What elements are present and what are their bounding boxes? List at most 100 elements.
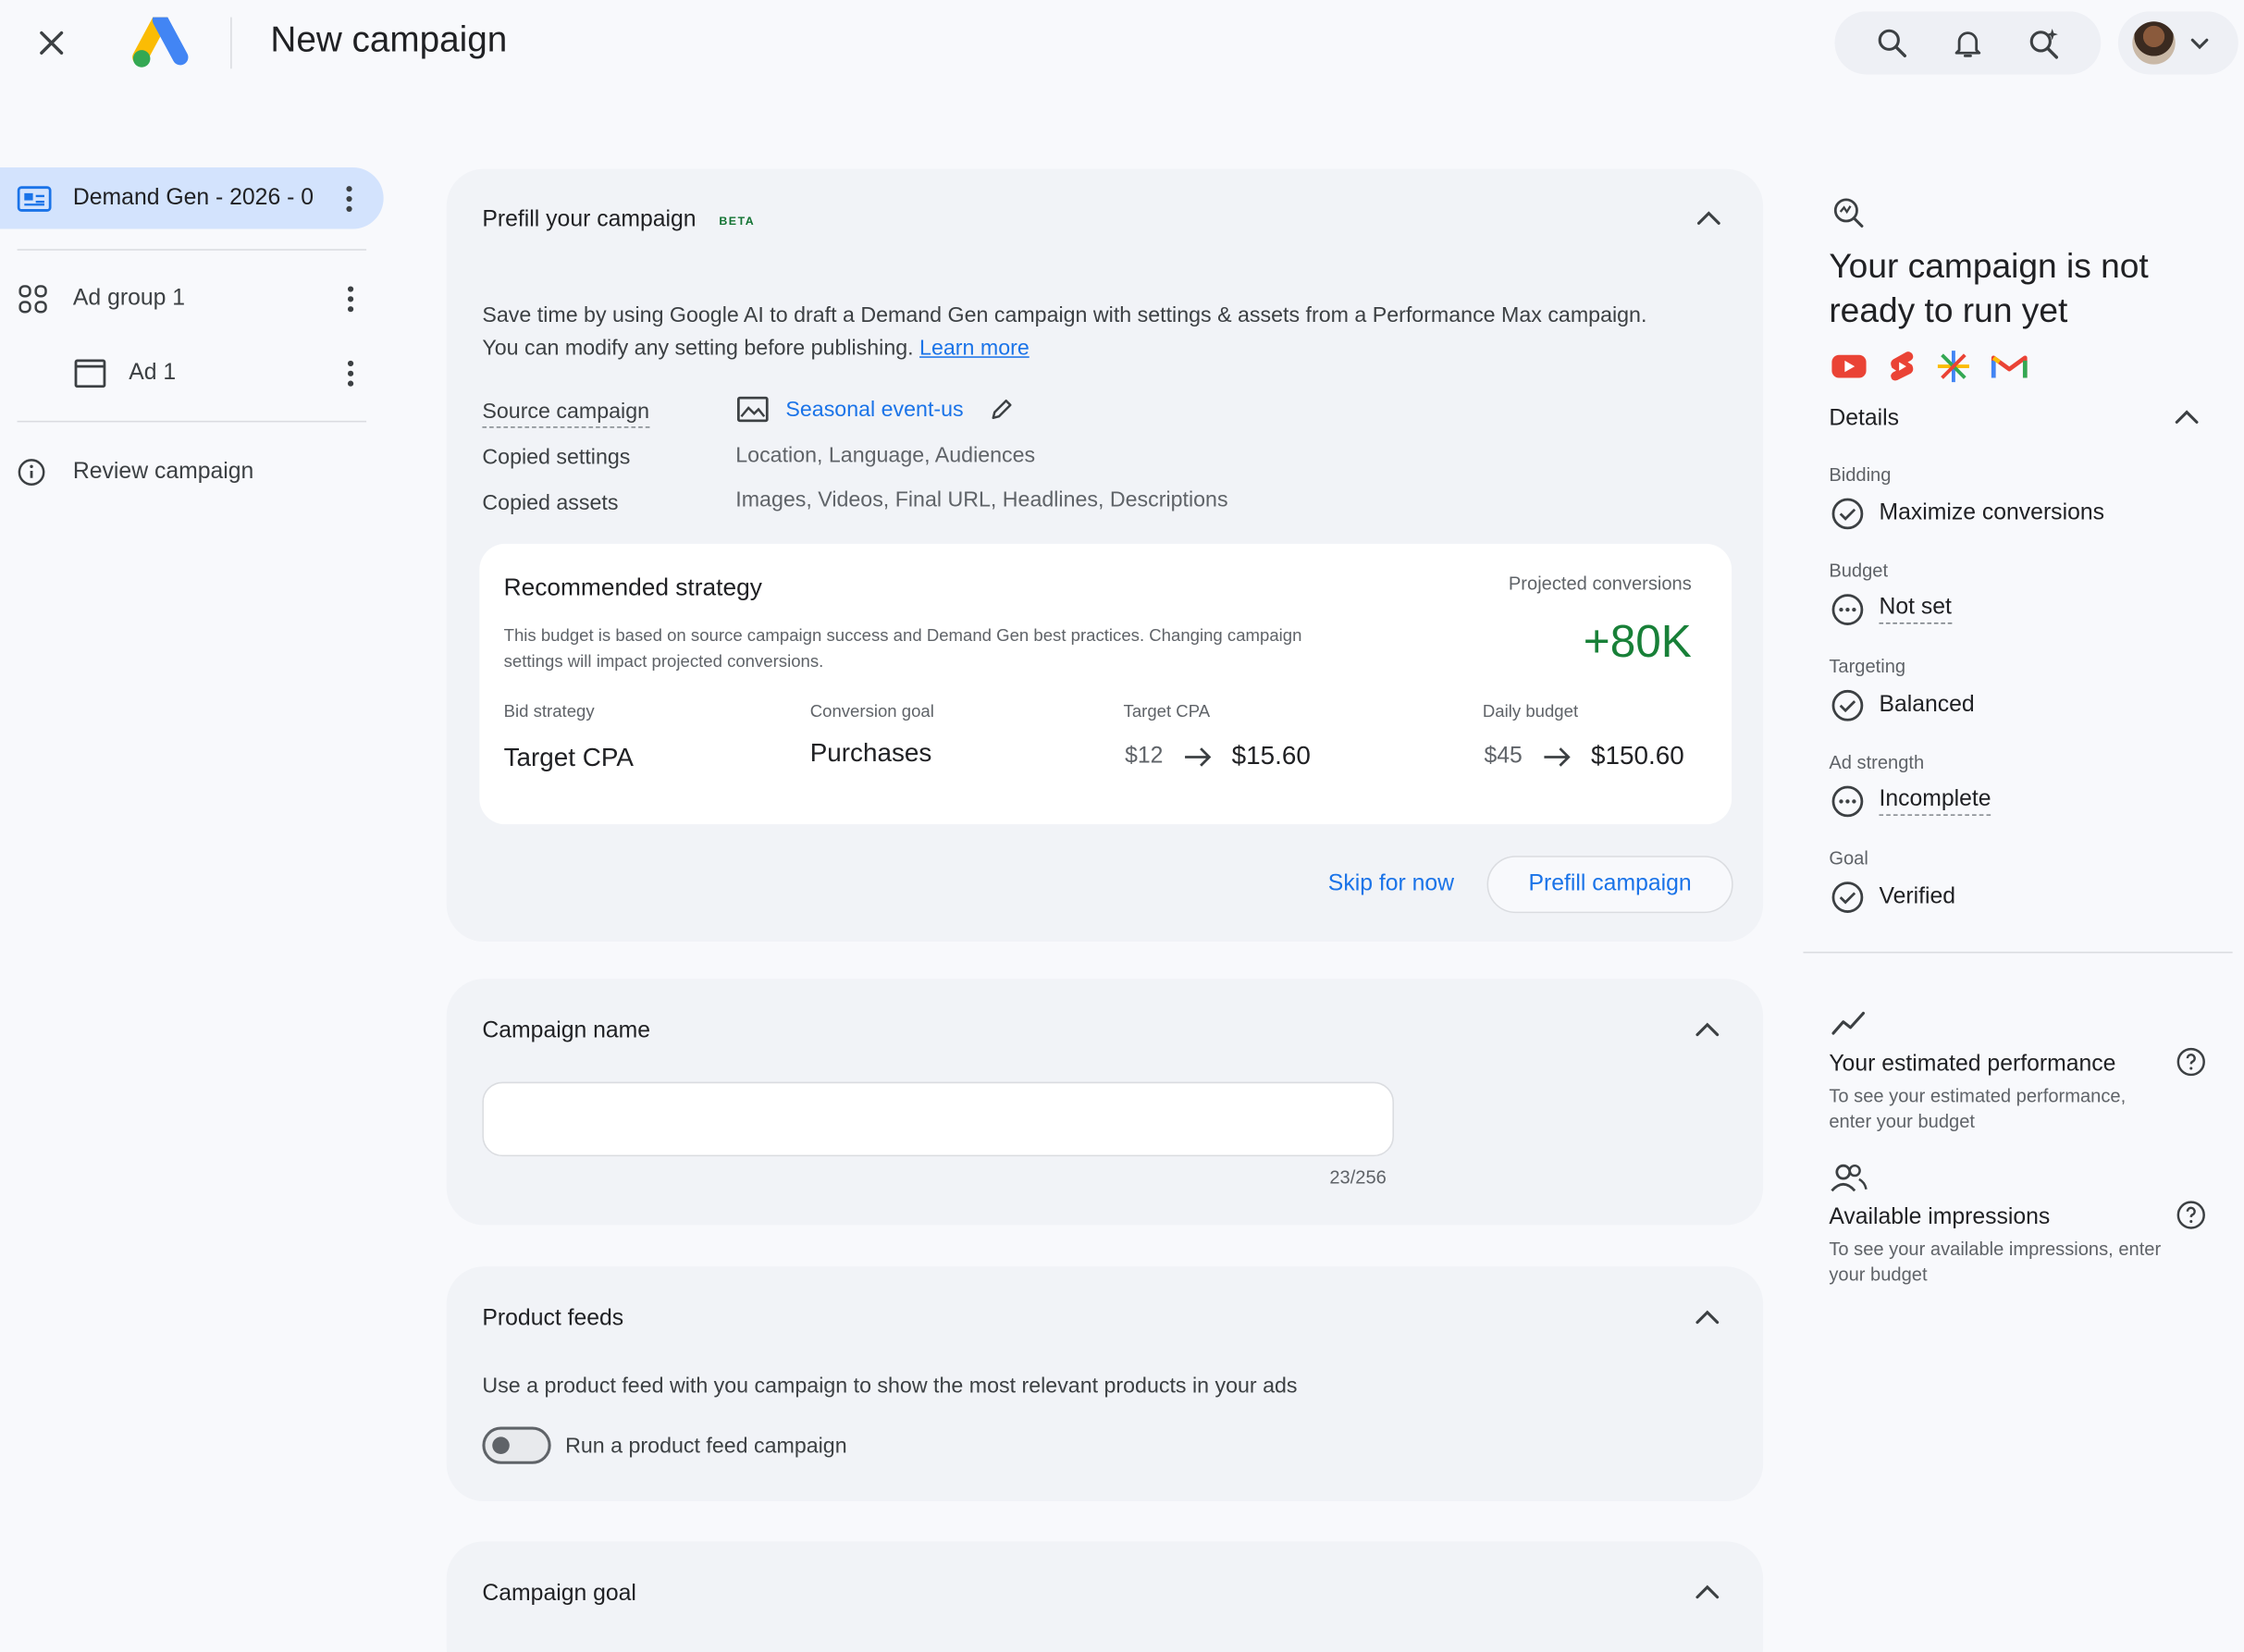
- check-circle-icon: [1831, 689, 1864, 721]
- nav-ad-group[interactable]: Ad group 1: [18, 280, 373, 317]
- prefill-card: Prefill your campaign BETA Save time by …: [446, 168, 1764, 943]
- notifications-button[interactable]: [1946, 21, 1989, 64]
- campaign-icon: [17, 186, 52, 212]
- char-counter: 23/256: [1329, 1165, 1387, 1189]
- right-panel-divider: [1803, 951, 2233, 954]
- targeting-label: Targeting: [1829, 655, 1906, 677]
- chevron-up-icon[interactable]: [1692, 1577, 1723, 1609]
- ad-icon: [74, 359, 106, 388]
- check-circle-icon: [1831, 498, 1864, 530]
- page-title: New campaign: [270, 19, 508, 60]
- campaign-goal-card: Campaign goal: [446, 1541, 1764, 1652]
- ad-strength-label: Ad strength: [1829, 751, 1925, 773]
- ad-strength-value[interactable]: Incomplete: [1879, 787, 1991, 816]
- nav-ad-label: Ad 1: [129, 360, 177, 386]
- status-search-icon: [1833, 198, 1864, 228]
- arrow-right-icon: [1543, 746, 1571, 766]
- target-cpa-old: $12: [1125, 743, 1164, 769]
- more-circle-icon: [1831, 594, 1864, 625]
- avatar: [2132, 21, 2176, 65]
- campaign-more-button[interactable]: [335, 181, 364, 216]
- bid-strategy-value: Target CPA: [503, 742, 634, 771]
- nav-campaign-label: Demand Gen - 2026 - 0: [72, 185, 314, 210]
- help-icon[interactable]: [2176, 1046, 2207, 1078]
- sparkle-search-icon: [2029, 28, 2058, 59]
- header-divider: [230, 17, 232, 69]
- nav-ad[interactable]: Ad 1: [74, 355, 372, 392]
- source-campaign-label: Source campaign: [482, 400, 650, 428]
- target-cpa-label: Target CPA: [1123, 701, 1211, 721]
- chevron-up-icon[interactable]: [1692, 1015, 1723, 1046]
- strategy-title: Recommended strategy: [503, 573, 762, 601]
- targeting-status: Balanced: [1831, 688, 1975, 722]
- copied-settings-value: Location, Language, Audiences: [735, 443, 1036, 468]
- info-icon: [18, 459, 45, 486]
- close-icon: [40, 31, 64, 55]
- copied-settings-label: Copied settings: [482, 445, 631, 470]
- prefill-description-text: Save time by using Google AI to draft a …: [482, 303, 1647, 361]
- account-menu[interactable]: [2117, 11, 2238, 75]
- chevron-up-icon[interactable]: [2171, 402, 2202, 434]
- conversion-goal-value: Purchases: [809, 738, 932, 768]
- targeting-value: Balanced: [1879, 692, 1975, 718]
- close-button[interactable]: [31, 23, 71, 63]
- shorts-icon: [1891, 351, 1914, 381]
- product-feeds-title: Product feeds: [482, 1306, 624, 1331]
- daily-budget-new: $150.60: [1591, 741, 1684, 771]
- ad-group-icon: [18, 285, 47, 314]
- prefill-title: Prefill your campaign: [482, 207, 697, 232]
- help-icon[interactable]: [2176, 1200, 2207, 1231]
- bid-strategy-label: Bid strategy: [503, 701, 595, 721]
- nav-campaign[interactable]: Demand Gen - 2026 - 0: [0, 167, 384, 229]
- product-feed-toggle-label: Run a product feed campaign: [565, 1434, 847, 1459]
- skip-for-now-button[interactable]: Skip for now: [1328, 871, 1454, 897]
- daily-budget-label: Daily budget: [1482, 701, 1579, 721]
- copied-assets-label: Copied assets: [482, 490, 619, 515]
- trend-icon: [1831, 1011, 1866, 1035]
- ai-search-button[interactable]: [2022, 21, 2065, 64]
- nav-divider-2: [17, 420, 367, 423]
- source-campaign-value: Seasonal event-us: [736, 396, 1016, 423]
- pencil-icon[interactable]: [990, 397, 1016, 423]
- ad-strength-status: Incomplete: [1831, 784, 1991, 819]
- target-cpa-change: $12 $15.60: [1125, 741, 1311, 771]
- chevron-up-icon[interactable]: [1692, 1302, 1723, 1334]
- google-ads-logo: [131, 12, 191, 69]
- conversion-goal-label: Conversion goal: [809, 701, 934, 721]
- copied-assets-value: Images, Videos, Final URL, Headlines, De…: [735, 487, 1228, 512]
- nav-review[interactable]: Review campaign: [18, 455, 361, 489]
- campaign-name-input[interactable]: [482, 1081, 1394, 1157]
- arrow-right-icon: [1184, 746, 1211, 766]
- prefill-campaign-button[interactable]: Prefill campaign: [1486, 856, 1733, 914]
- estimated-performance-title: Your estimated performance: [1829, 1052, 2116, 1077]
- available-impressions-title: Available impressions: [1829, 1204, 2051, 1230]
- ad-more-button[interactable]: [337, 356, 365, 390]
- search-button[interactable]: [1871, 21, 1914, 64]
- header-actions: [1834, 11, 2102, 75]
- people-icon: [1831, 1164, 1868, 1192]
- source-campaign-link[interactable]: Seasonal event-us: [785, 397, 963, 421]
- budget-value[interactable]: Not set: [1879, 596, 1952, 624]
- channel-icons: [1831, 350, 2028, 384]
- campaign-name-card: Campaign name 23/256: [446, 979, 1764, 1226]
- budget-label: Budget: [1829, 559, 1889, 582]
- estimated-performance-desc: To see your estimated performance, enter…: [1829, 1084, 2127, 1132]
- gmail-icon: [1991, 355, 2028, 378]
- recommended-strategy-card: Recommended strategy This budget is base…: [479, 543, 1732, 825]
- learn-more-link[interactable]: Learn more: [919, 337, 1030, 361]
- bidding-status: Maximize conversions: [1831, 497, 2104, 531]
- daily-budget-change: $45 $150.60: [1484, 741, 1683, 771]
- nav-ad-group-label: Ad group 1: [72, 286, 186, 311]
- nav-review-label: Review campaign: [72, 459, 254, 484]
- goal-label: Goal: [1829, 846, 1868, 869]
- beta-badge: BETA: [719, 214, 756, 228]
- ad-group-more-button[interactable]: [337, 282, 365, 316]
- product-feed-toggle[interactable]: [482, 1426, 551, 1464]
- check-circle-icon: [1831, 881, 1864, 913]
- target-cpa-new: $15.60: [1231, 741, 1311, 771]
- more-circle-icon: [1831, 785, 1864, 818]
- search-icon: [1879, 29, 1907, 58]
- chevron-up-icon[interactable]: [1693, 203, 1724, 235]
- prefill-description: Save time by using Google AI to draft a …: [482, 299, 1656, 364]
- product-feeds-card: Product feeds Use a product feed with yo…: [446, 1266, 1764, 1502]
